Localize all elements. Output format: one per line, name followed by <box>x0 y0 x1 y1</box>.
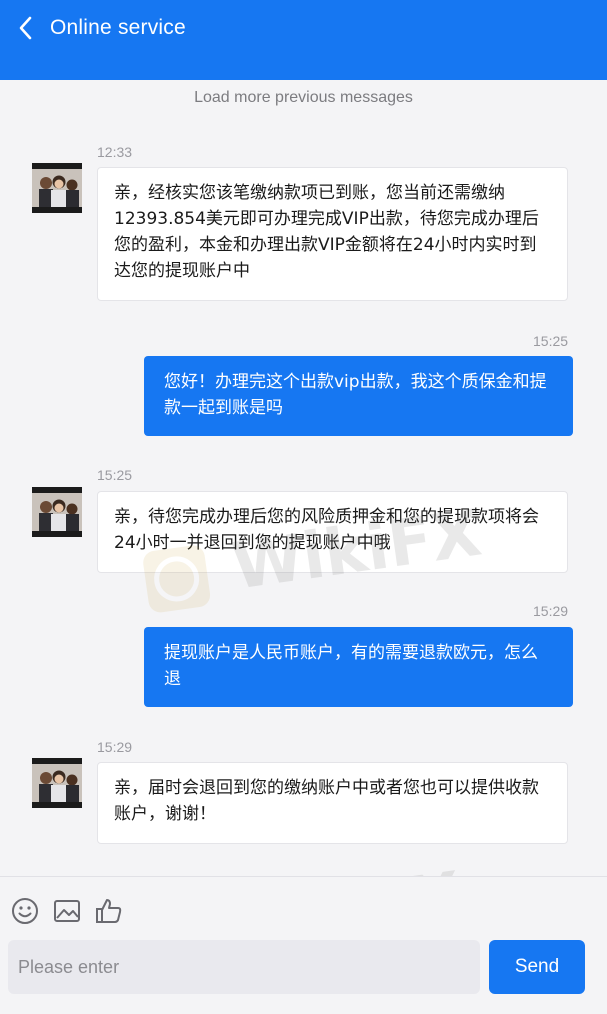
agent-avatar <box>32 758 82 808</box>
app-header: Online service <box>0 0 607 80</box>
outgoing-message: 您好！办理完这个出款vip出款，我这个质保金和提款一起到账是吗 <box>144 356 573 436</box>
thumbs-up-icon[interactable] <box>94 896 124 926</box>
agent-avatar <box>32 487 82 537</box>
message-timestamp: 12:33 <box>97 144 133 160</box>
message-timestamp: 15:25 <box>97 467 133 483</box>
chevron-left-icon[interactable] <box>18 14 34 42</box>
incoming-message: 亲，届时会退回到您的缴纳账户中或者您也可以提供收款账户，谢谢！ <box>97 762 568 844</box>
emoji-icon[interactable] <box>10 896 40 926</box>
image-icon[interactable] <box>52 896 82 926</box>
message-timestamp: 15:29 <box>97 739 133 755</box>
message-timestamp: 15:29 <box>533 603 569 619</box>
incoming-message: 亲，经核实您该笔缴纳款项已到账，您当前还需缴纳12393.854美元即可办理完成… <box>97 167 568 301</box>
outgoing-message: 提现账户是人民币账户，有的需要退款欧元，怎么退 <box>144 627 573 707</box>
message-timestamp: 15:25 <box>533 333 569 349</box>
load-more-link[interactable]: Load more previous messages <box>0 89 607 107</box>
message-input[interactable] <box>8 940 480 994</box>
agent-avatar <box>32 163 82 213</box>
page-title: Online service <box>50 16 186 39</box>
send-button[interactable]: Send <box>489 940 585 994</box>
incoming-message: 亲，待您完成办理后您的风险质押金和您的提现款项将会24小时一并退回到您的提现账户… <box>97 491 568 573</box>
